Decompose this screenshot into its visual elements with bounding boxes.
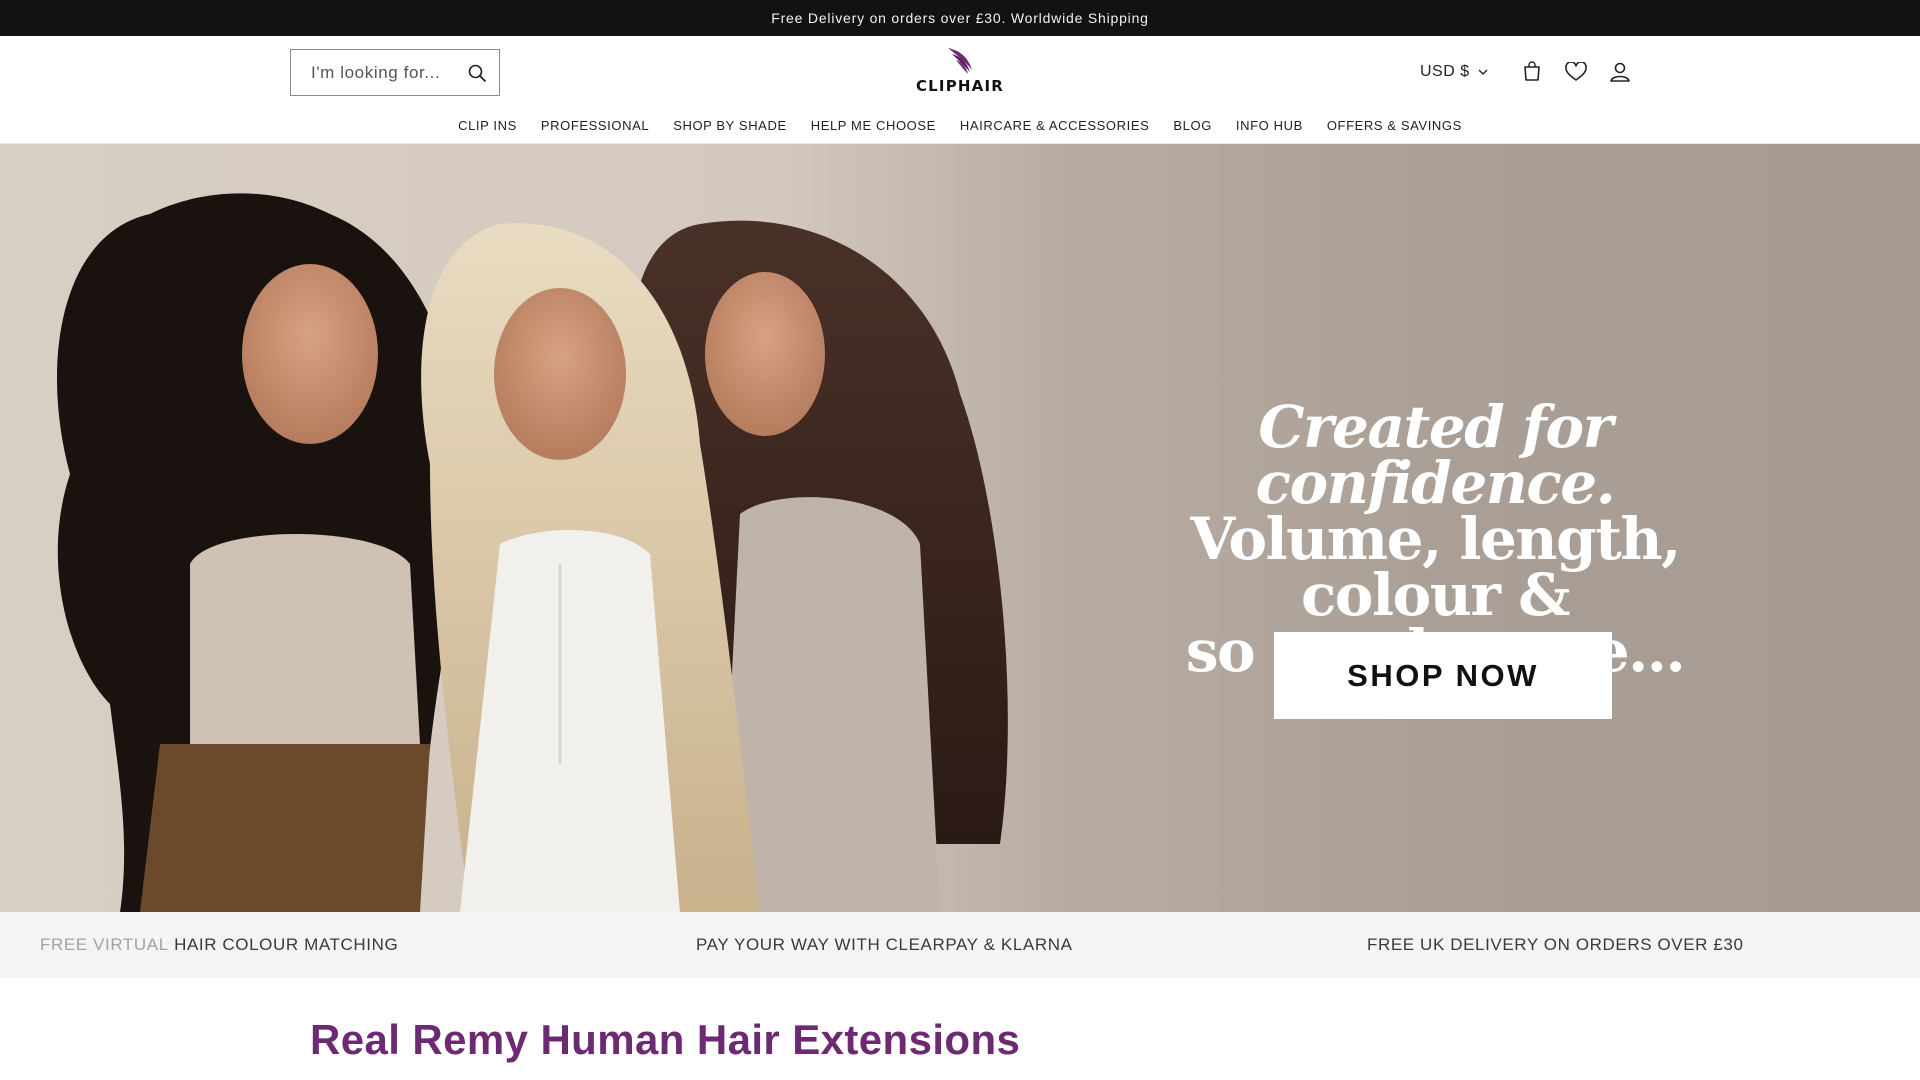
main-nav: CLIP INS PROFESSIONAL SHOP BY SHADE HELP… xyxy=(0,112,1920,139)
search-box[interactable] xyxy=(290,49,500,96)
hero-banner[interactable]: Created for confidence. Volume, length, … xyxy=(0,144,1920,912)
site-header: CLIPHAIR USD $ CLIP INS PROFESSIONAL SHO… xyxy=(0,36,1920,144)
nav-item-professional[interactable]: PROFESSIONAL xyxy=(529,112,661,139)
benefit-colour-matching[interactable]: FREE VIRTUAL HAIR COLOUR MATCHING xyxy=(40,912,398,978)
site-logo[interactable]: CLIPHAIR xyxy=(910,44,1010,100)
nav-item-haircare-accessories[interactable]: HAIRCARE & ACCESSORIES xyxy=(948,112,1161,139)
currency-selector[interactable]: USD $ xyxy=(1420,63,1488,81)
benefit-free-uk-delivery[interactable]: FREE UK DELIVERY ON ORDERS OVER £30 xyxy=(1367,912,1744,978)
benefit-colour-matching-faded: FREE VIRTUAL xyxy=(40,935,169,954)
nav-item-offers-savings[interactable]: OFFERS & SAVINGS xyxy=(1315,112,1474,139)
nav-item-help-me-choose[interactable]: HELP ME CHOOSE xyxy=(799,112,948,139)
nav-item-info-hub[interactable]: INFO HUB xyxy=(1224,112,1315,139)
search-input[interactable] xyxy=(311,62,461,83)
benefits-bar: FREE VIRTUAL HAIR COLOUR MATCHING PAY YO… xyxy=(0,912,1920,978)
benefit-colour-matching-text: HAIR COLOUR MATCHING xyxy=(174,935,399,954)
feather-logo-icon xyxy=(948,48,972,74)
announcement-text: Free Delivery on orders over £30. Worldw… xyxy=(771,10,1149,26)
hero-models-image xyxy=(57,193,1008,912)
header-actions: USD $ xyxy=(1420,50,1642,94)
shop-now-button[interactable]: SHOP NOW xyxy=(1274,632,1612,719)
heart-icon[interactable] xyxy=(1554,50,1598,94)
nav-item-clip-ins[interactable]: CLIP INS xyxy=(446,112,529,139)
announcement-bar: Free Delivery on orders over £30. Worldw… xyxy=(0,0,1920,36)
user-icon[interactable] xyxy=(1598,50,1642,94)
cart-icon[interactable] xyxy=(1510,50,1554,94)
nav-item-blog[interactable]: BLOG xyxy=(1161,112,1224,139)
logo-text: CLIPHAIR xyxy=(915,77,1005,95)
benefit-clearpay-klarna[interactable]: PAY YOUR WAY WITH CLEARPAY & KLARNA xyxy=(696,912,1073,978)
hero-headline-italic: Created for confidence. xyxy=(1255,393,1616,517)
chevron-down-icon xyxy=(1478,69,1488,75)
hero-headline-line2: Volume, length, colour & xyxy=(1190,505,1681,629)
search-icon[interactable] xyxy=(465,61,489,85)
currency-label: USD $ xyxy=(1420,63,1470,80)
nav-item-shop-by-shade[interactable]: SHOP BY SHADE xyxy=(661,112,799,139)
section-title: Real Remy Human Hair Extensions xyxy=(310,1016,1021,1063)
